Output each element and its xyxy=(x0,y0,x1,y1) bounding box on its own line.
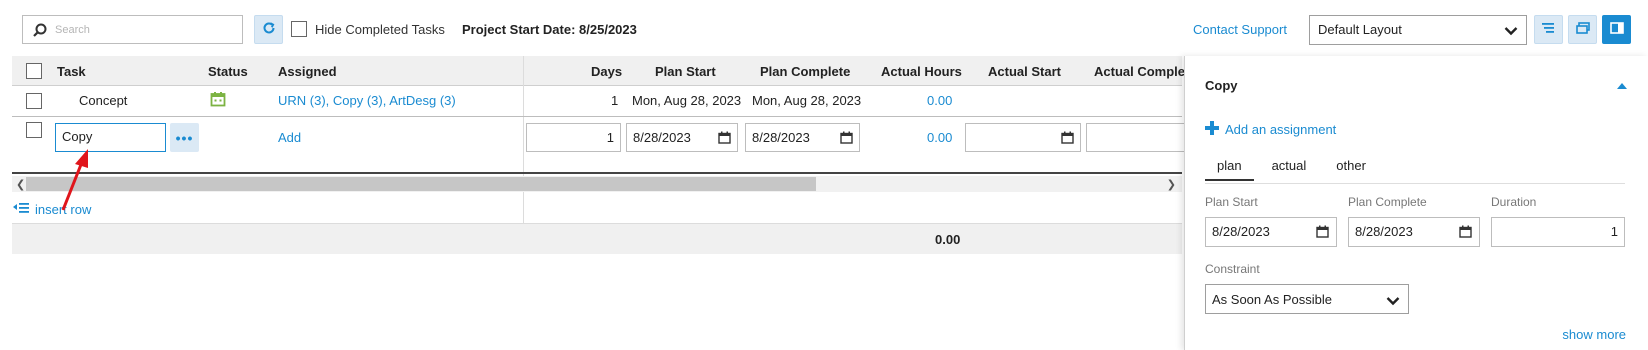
actual-hours-value[interactable]: 0.00 xyxy=(927,130,952,145)
calendar-icon[interactable] xyxy=(1459,225,1472,241)
collapse-up-icon[interactable] xyxy=(1616,78,1628,93)
assigned-resources-link[interactable]: URN (3), Copy (3), ArtDesg (3) xyxy=(278,93,456,108)
calendar-icon[interactable] xyxy=(1061,131,1074,147)
add-assignment-label: Add an assignment xyxy=(1225,122,1337,137)
hide-completed-toggle[interactable]: Hide Completed Tasks xyxy=(291,21,445,37)
actual-hours-value[interactable]: 0.00 xyxy=(927,93,952,108)
tab-other[interactable]: other xyxy=(1324,158,1378,181)
panel-title: Copy xyxy=(1205,78,1238,93)
search-box[interactable] xyxy=(22,15,243,44)
actual-start-input[interactable] xyxy=(965,123,1081,152)
layout-select-value: Default Layout xyxy=(1318,22,1402,37)
plus-icon xyxy=(1205,121,1219,138)
add-assignment-link[interactable]: Add xyxy=(278,130,301,145)
contact-support-link[interactable]: Contact Support xyxy=(1193,22,1287,37)
toggle-side-panel-button[interactable] xyxy=(1602,15,1631,44)
constraint-value: As Soon As Possible xyxy=(1212,292,1332,307)
chevron-down-icon xyxy=(1386,294,1400,309)
column-header-task[interactable]: Task xyxy=(57,64,86,79)
calendar-icon xyxy=(210,91,226,110)
horizontal-scrollbar[interactable]: ❮ ❯ xyxy=(12,176,1182,192)
plan-complete-value[interactable]: Mon, Aug 28, 2023 xyxy=(752,93,861,108)
refresh-button[interactable] xyxy=(254,15,283,44)
duration-label: Duration xyxy=(1491,195,1537,209)
insert-row-button[interactable]: insert row xyxy=(13,202,91,217)
scroll-right-icon[interactable]: ❯ xyxy=(1167,178,1176,191)
total-actual-hours: 0.00 xyxy=(935,232,961,247)
plan-start-input-value: 8/28/2023 xyxy=(633,130,691,145)
calendar-icon[interactable] xyxy=(840,131,853,147)
select-all-checkbox[interactable] xyxy=(26,63,42,79)
outline-list-icon xyxy=(1541,22,1556,37)
plan-complete-label: Plan Complete xyxy=(1348,195,1427,209)
column-header-assigned[interactable]: Assigned xyxy=(278,64,337,79)
days-value[interactable]: 1 xyxy=(611,93,618,108)
row-checkbox[interactable] xyxy=(26,93,42,109)
column-header-status[interactable]: Status xyxy=(208,64,248,79)
popout-window-button[interactable] xyxy=(1568,15,1597,44)
panel-plan-complete-input[interactable]: 8/28/2023 xyxy=(1348,217,1480,247)
project-start-date: Project Start Date: 8/25/2023 xyxy=(462,22,637,37)
task-name[interactable]: Concept xyxy=(79,93,127,108)
plan-complete-input[interactable]: 8/28/2023 xyxy=(745,123,860,152)
column-header-actual-hours[interactable]: Actual Hours xyxy=(881,64,962,79)
grid-header: Task Status Assigned Days Plan Start Pla… xyxy=(12,56,1197,86)
panel-plan-start-input[interactable]: 8/28/2023 xyxy=(1205,217,1337,247)
insert-row-label: insert row xyxy=(35,202,92,217)
plan-start-value[interactable]: Mon, Aug 28, 2023 xyxy=(632,93,741,108)
constraint-label: Constraint xyxy=(1205,262,1260,276)
plan-start-input[interactable]: 8/28/2023 xyxy=(626,123,738,152)
more-options-button[interactable]: ••• xyxy=(170,123,199,152)
task-name-input[interactable]: Copy xyxy=(55,123,166,152)
tabs-divider xyxy=(1205,183,1625,184)
add-assignment-button[interactable]: Add an assignment xyxy=(1205,121,1336,138)
chevron-down-icon xyxy=(1504,24,1518,39)
window-icon xyxy=(1575,22,1590,37)
hide-completed-checkbox[interactable] xyxy=(291,21,307,37)
tab-actual[interactable]: actual xyxy=(1260,158,1319,181)
column-header-plan-complete[interactable]: Plan Complete xyxy=(760,64,850,79)
tab-plan[interactable]: plan xyxy=(1205,158,1254,181)
table-row[interactable]: Concept URN (3), Copy (3), ArtDesg (3) 1… xyxy=(12,86,1182,117)
column-header-actual-complete[interactable]: Actual Complete xyxy=(1094,64,1197,79)
actual-complete-input[interactable] xyxy=(1086,123,1196,152)
plan-start-label: Plan Start xyxy=(1205,195,1258,209)
calendar-icon[interactable] xyxy=(1316,225,1329,241)
search-input[interactable] xyxy=(53,16,238,43)
plan-complete-input-value: 8/28/2023 xyxy=(752,130,810,145)
calendar-icon[interactable] xyxy=(718,131,731,147)
days-input[interactable]: 1 xyxy=(526,123,621,152)
scroll-left-icon[interactable]: ❮ xyxy=(16,178,25,191)
row-checkbox[interactable] xyxy=(26,122,42,138)
refresh-icon xyxy=(262,21,276,38)
totals-row: 0.00 xyxy=(12,223,1182,254)
layout-select[interactable]: Default Layout xyxy=(1309,15,1527,45)
insert-row-icon xyxy=(13,202,29,217)
outline-view-button[interactable] xyxy=(1534,15,1563,44)
side-panel-icon xyxy=(1609,22,1624,37)
app-root: Hide Completed Tasks Project Start Date:… xyxy=(0,0,1648,350)
panel-duration-input[interactable]: 1 xyxy=(1491,217,1625,247)
constraint-select[interactable]: As Soon As Possible xyxy=(1205,284,1409,314)
panel-tabs: plan actual other xyxy=(1205,158,1384,181)
column-header-days[interactable]: Days xyxy=(591,64,622,79)
task-detail-panel: Copy Add an assignment plan actual other… xyxy=(1184,56,1648,350)
panel-plan-complete-value: 8/28/2023 xyxy=(1355,224,1413,239)
column-header-plan-start[interactable]: Plan Start xyxy=(655,64,716,79)
scrollbar-thumb[interactable] xyxy=(26,177,816,191)
search-icon xyxy=(33,23,47,40)
panel-plan-start-value: 8/28/2023 xyxy=(1212,224,1270,239)
show-more-link[interactable]: show more xyxy=(1562,327,1626,342)
hide-completed-label: Hide Completed Tasks xyxy=(315,21,445,37)
column-header-actual-start[interactable]: Actual Start xyxy=(988,64,1061,79)
